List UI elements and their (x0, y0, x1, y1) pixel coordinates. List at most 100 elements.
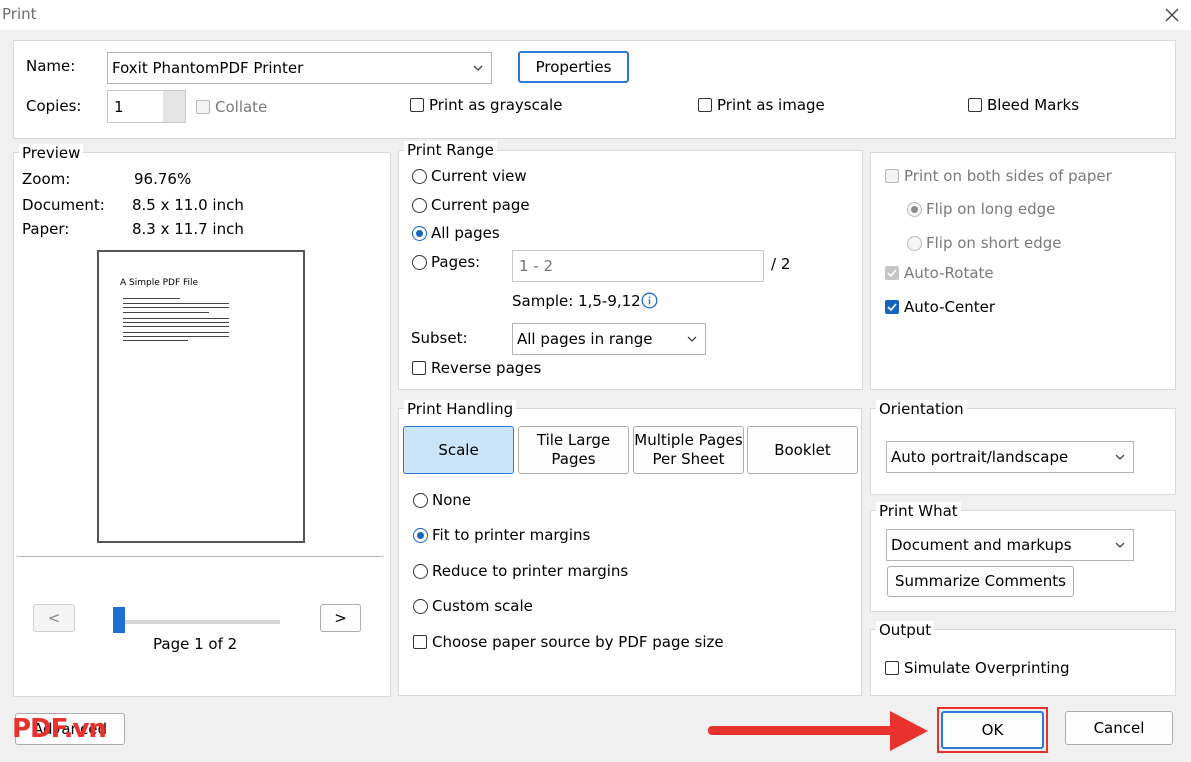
tab-scale[interactable]: Scale (403, 426, 514, 474)
chevron-down-icon (1115, 454, 1125, 460)
orientation-title: Orientation (876, 400, 967, 418)
preview-text-line (123, 322, 229, 323)
grayscale-checkbox[interactable] (410, 98, 424, 112)
tab-multiple-pages[interactable]: Multiple Pages Per Sheet (633, 426, 744, 474)
print-as-image-label: Print as image (717, 96, 825, 114)
custom-scale-label: Custom scale (432, 597, 533, 615)
auto-center-label: Auto-Center (904, 298, 996, 316)
preview-text-line (123, 340, 188, 341)
fit-margins-label: Fit to printer margins (432, 526, 591, 544)
preview-title: Preview (19, 144, 84, 162)
reduce-margins-label: Reduce to printer margins (432, 562, 629, 580)
scale-none-radio[interactable] (413, 493, 428, 508)
orientation-select[interactable]: Auto portrait/landscape (886, 441, 1134, 473)
tab-tile-large-pages[interactable]: Tile Large Pages (518, 426, 629, 474)
previous-page-button[interactable]: < (33, 604, 75, 632)
summarize-comments-button[interactable]: Summarize Comments (887, 566, 1074, 597)
simulate-overprinting-checkbox[interactable] (885, 661, 899, 675)
subset-select[interactable]: All pages in range (512, 323, 706, 355)
properties-button[interactable]: Properties (518, 51, 629, 83)
copies-input[interactable]: 1 (107, 90, 186, 123)
zoom-value: 96.76% (134, 170, 192, 188)
print-handling-title: Print Handling (404, 400, 517, 418)
ok-button[interactable]: OK (941, 711, 1044, 749)
copies-value: 1 (114, 97, 124, 116)
custom-scale-radio[interactable] (413, 599, 428, 614)
title-bar (0, 0, 1191, 30)
preview-text-line (123, 303, 229, 304)
preview-text-line (123, 298, 180, 299)
name-label: Name: (26, 57, 76, 75)
tab-booklet[interactable]: Booklet (747, 426, 858, 474)
long-edge-radio[interactable] (907, 202, 922, 217)
preview-divider (17, 556, 383, 557)
print-as-image-checkbox[interactable] (698, 98, 712, 112)
pages-label: Pages: (431, 253, 481, 271)
window-title: Print (2, 5, 37, 23)
subset-value: All pages in range (517, 330, 653, 348)
short-edge-radio[interactable] (907, 236, 922, 251)
chevron-down-icon (687, 336, 697, 342)
close-icon (1165, 8, 1179, 22)
checkmark-icon (887, 269, 897, 278)
paper-size: 8.3 x 11.7 inch (132, 220, 244, 238)
zoom-label: Zoom: (22, 170, 71, 188)
preview-text-line (123, 332, 229, 333)
preview-text-line (123, 318, 229, 319)
scale-none-label: None (432, 491, 472, 509)
preview-text-line (123, 307, 229, 308)
current-view-radio[interactable] (412, 169, 427, 184)
both-sides-checkbox[interactable] (885, 169, 899, 183)
bleed-marks-checkbox[interactable] (968, 98, 982, 112)
info-icon[interactable] (641, 292, 658, 309)
printer-select[interactable]: Foxit PhantomPDF Printer (107, 52, 492, 84)
page-indicator: Page 1 of 2 (153, 635, 238, 653)
collate-checkbox[interactable] (196, 100, 210, 114)
auto-center-checkbox[interactable] (885, 300, 899, 314)
copies-label: Copies: (26, 97, 82, 115)
preview-page-title: A Simple PDF File (120, 278, 199, 288)
all-pages-radio[interactable] (412, 226, 427, 241)
output-title: Output (876, 621, 935, 639)
print-what-title: Print What (876, 502, 961, 520)
reverse-pages-checkbox[interactable] (412, 361, 426, 375)
paper-source-checkbox[interactable] (413, 635, 427, 649)
paper-source-label: Choose paper source by PDF page size (432, 633, 724, 651)
preview-text-line (123, 326, 229, 327)
reduce-margins-radio[interactable] (413, 564, 428, 579)
close-button[interactable] (1154, 0, 1190, 30)
page-slider-track[interactable] (113, 620, 280, 624)
chevron-down-icon (473, 65, 483, 71)
pages-total: / 2 (771, 255, 791, 273)
fit-margins-radio[interactable] (413, 528, 428, 543)
page-slider-thumb[interactable] (113, 607, 125, 633)
printer-select-value: Foxit PhantomPDF Printer (112, 59, 304, 77)
collate-label: Collate (215, 98, 268, 116)
bleed-marks-label: Bleed Marks (987, 96, 1080, 114)
print-what-select[interactable]: Document and markups (886, 529, 1134, 561)
short-edge-label: Flip on short edge (926, 234, 1062, 252)
page-preview: A Simple PDF File (97, 250, 305, 543)
auto-rotate-checkbox[interactable] (885, 266, 899, 280)
highlight-arrow (708, 726, 904, 735)
simulate-overprinting-label: Simulate Overprinting (904, 659, 1070, 677)
copies-spinner[interactable] (163, 91, 185, 122)
both-sides-label: Print on both sides of paper (904, 167, 1112, 185)
all-pages-label: All pages (431, 224, 500, 242)
checkmark-icon (887, 303, 897, 312)
current-page-radio[interactable] (412, 198, 427, 213)
pages-input[interactable] (512, 250, 764, 282)
long-edge-label: Flip on long edge (926, 200, 1056, 218)
print-what-value: Document and markups (891, 536, 1072, 554)
current-view-label: Current view (431, 167, 527, 185)
chevron-down-icon (1115, 542, 1125, 548)
grayscale-label: Print as grayscale (429, 96, 563, 114)
document-size: 8.5 x 11.0 inch (132, 196, 244, 214)
next-page-button[interactable]: > (320, 604, 361, 632)
cancel-button[interactable]: Cancel (1065, 711, 1173, 745)
current-page-label: Current page (431, 196, 530, 214)
arrow-head-icon (890, 711, 928, 751)
preview-text-line (123, 336, 229, 337)
subset-label: Subset: (411, 329, 468, 347)
pages-radio[interactable] (412, 255, 427, 270)
